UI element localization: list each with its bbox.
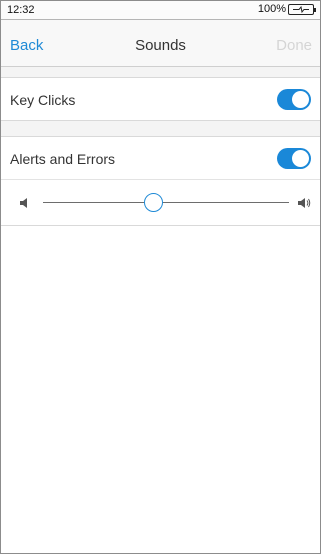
volume-slider-row — [1, 180, 320, 226]
battery-status: 100% — [257, 3, 316, 15]
slider-track — [43, 202, 289, 203]
section-spacer — [1, 121, 320, 136]
alerts-and-errors-label: Alerts and Errors — [10, 151, 116, 167]
slider-thumb[interactable] — [143, 193, 163, 212]
navigation-bar: Back Sounds Done — [1, 20, 320, 67]
done-button: Done — [276, 37, 312, 54]
toggle-knob — [292, 91, 309, 108]
alerts-and-errors-row: Alerts and Errors — [1, 136, 320, 180]
volume-slider[interactable] — [43, 180, 289, 226]
speaker-high-icon — [298, 198, 311, 208]
sounds-screen: 12:32 100% Back Sounds Done Key Clicks A… — [0, 0, 321, 554]
key-clicks-row: Key Clicks — [1, 77, 320, 121]
status-time: 12:32 — [7, 4, 35, 16]
key-clicks-toggle[interactable] — [277, 89, 311, 110]
battery-charging-icon — [288, 3, 316, 15]
page-title: Sounds — [135, 37, 186, 54]
alerts-and-errors-toggle[interactable] — [277, 148, 311, 169]
toggle-knob — [292, 150, 309, 167]
speaker-low-icon — [20, 198, 27, 208]
key-clicks-label: Key Clicks — [10, 92, 76, 108]
section-spacer — [1, 67, 320, 77]
battery-percent: 100% — [257, 3, 286, 15]
status-bar: 12:32 100% — [1, 1, 320, 20]
